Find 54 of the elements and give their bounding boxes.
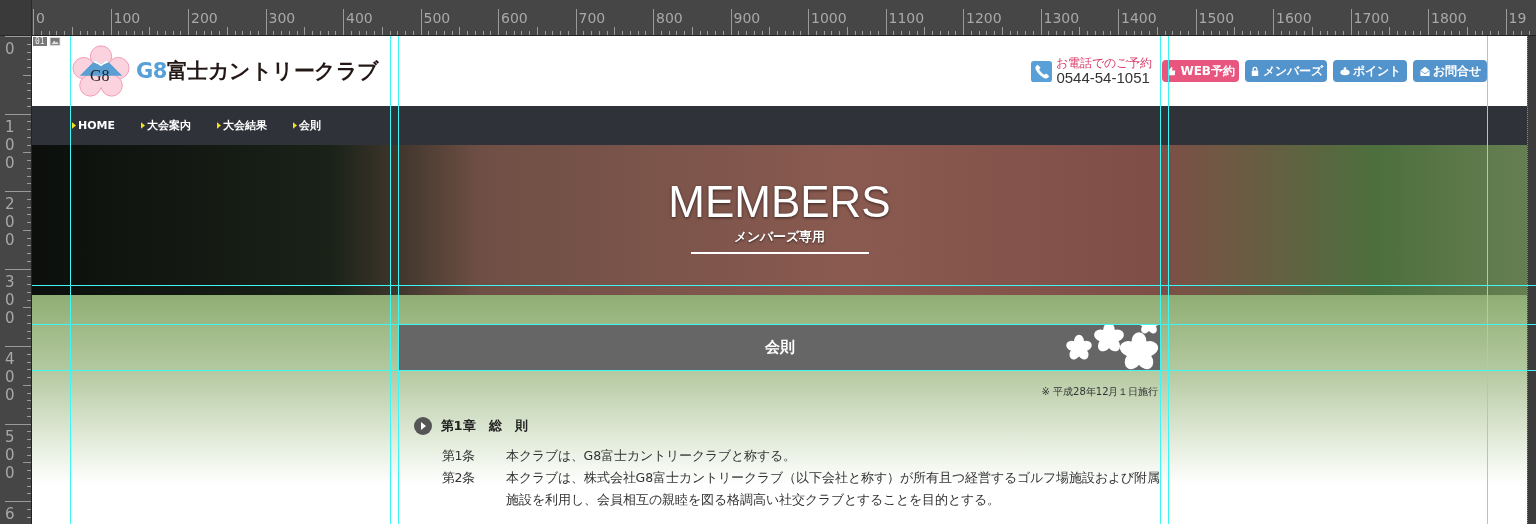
nav-link[interactable]: 大会案内 <box>141 118 192 133</box>
ruler-label: 19 <box>1508 10 1527 26</box>
ruler-label: 1300 <box>1043 10 1080 26</box>
article-text: 本クラブは、株式会社G8富士カントリークラブ（以下会社と称す）が所有且つ経営するゴルフ場施設および附属施設を利用し、会員相互の親睦を図る格調高い社交クラブとすることを目的とする。 <box>505 469 1161 509</box>
triangle-icon <box>72 122 76 129</box>
play-circle-icon <box>413 417 432 435</box>
hero-title: MEMBERS <box>668 179 891 225</box>
ruler-label: 1700 <box>1353 10 1390 26</box>
chapter-title: 第1章 総 則 <box>440 417 528 435</box>
triangle-icon <box>141 122 146 129</box>
ruler-label: 100 <box>113 10 141 26</box>
ruler-label: 1100 <box>888 10 925 26</box>
ruler-label: 1200 <box>966 10 1002 26</box>
ruler-label: 1400 <box>1121 10 1157 26</box>
ruler-label: 0 <box>36 10 45 26</box>
club-logo-text: G8富士カントリークラブ <box>136 58 379 85</box>
phone-icon <box>1031 60 1053 82</box>
hero-subtitle: メンバーズ専用 <box>734 229 825 245</box>
ruler-label: 1500 <box>1198 10 1235 26</box>
section-title: 会則 <box>764 337 795 357</box>
enforcement-note: ※ 平成28年12月１日施行 <box>1040 385 1160 399</box>
ruler-label: 300 <box>5 272 15 327</box>
ruler-label: 1800 <box>1431 10 1467 26</box>
envelope-icon <box>1419 65 1431 77</box>
phone-caption: お電話でのご予約 <box>1056 56 1153 70</box>
ruler-label: 500 <box>5 427 15 482</box>
ruler-label: 800 <box>656 10 683 26</box>
ruler-label: 400 <box>5 350 15 404</box>
ruler-label: 600 <box>501 10 528 26</box>
nav-link[interactable]: 会則 <box>293 118 322 133</box>
ruler-label: 1000 <box>811 10 847 26</box>
nav-link[interactable]: HOME <box>72 119 116 132</box>
ruler-label: 700 <box>578 10 606 26</box>
image-icon <box>48 37 61 46</box>
ruler-label: 300 <box>268 10 296 26</box>
article-text: 本クラブは、G8富士カントリークラブと称する。 <box>505 447 798 465</box>
article-number: 第1条 <box>441 447 477 465</box>
nav-link[interactable]: 大会結果 <box>217 118 268 133</box>
ruler-label: 200 <box>191 10 218 26</box>
phone-number[interactable]: 0544-54-1051 <box>1056 69 1153 86</box>
ruler-label: 200 <box>5 195 15 249</box>
ruler-label: 100 <box>5 117 15 172</box>
ruler-label: 500 <box>423 10 451 26</box>
ruler-label: 900 <box>733 10 761 26</box>
ruler-label: 1600 <box>1276 10 1312 26</box>
triangle-icon <box>293 122 298 129</box>
ruler-label: 400 <box>346 10 373 26</box>
padlock-icon <box>1249 65 1261 77</box>
triangle-icon <box>217 122 222 129</box>
sakura-logo[interactable]: G8 <box>72 44 130 98</box>
ruler-label: 0 <box>5 40 15 58</box>
ruler-label: 6 <box>5 505 15 523</box>
article-number: 第2条 <box>441 469 477 487</box>
layer-number: 01 <box>33 37 47 46</box>
